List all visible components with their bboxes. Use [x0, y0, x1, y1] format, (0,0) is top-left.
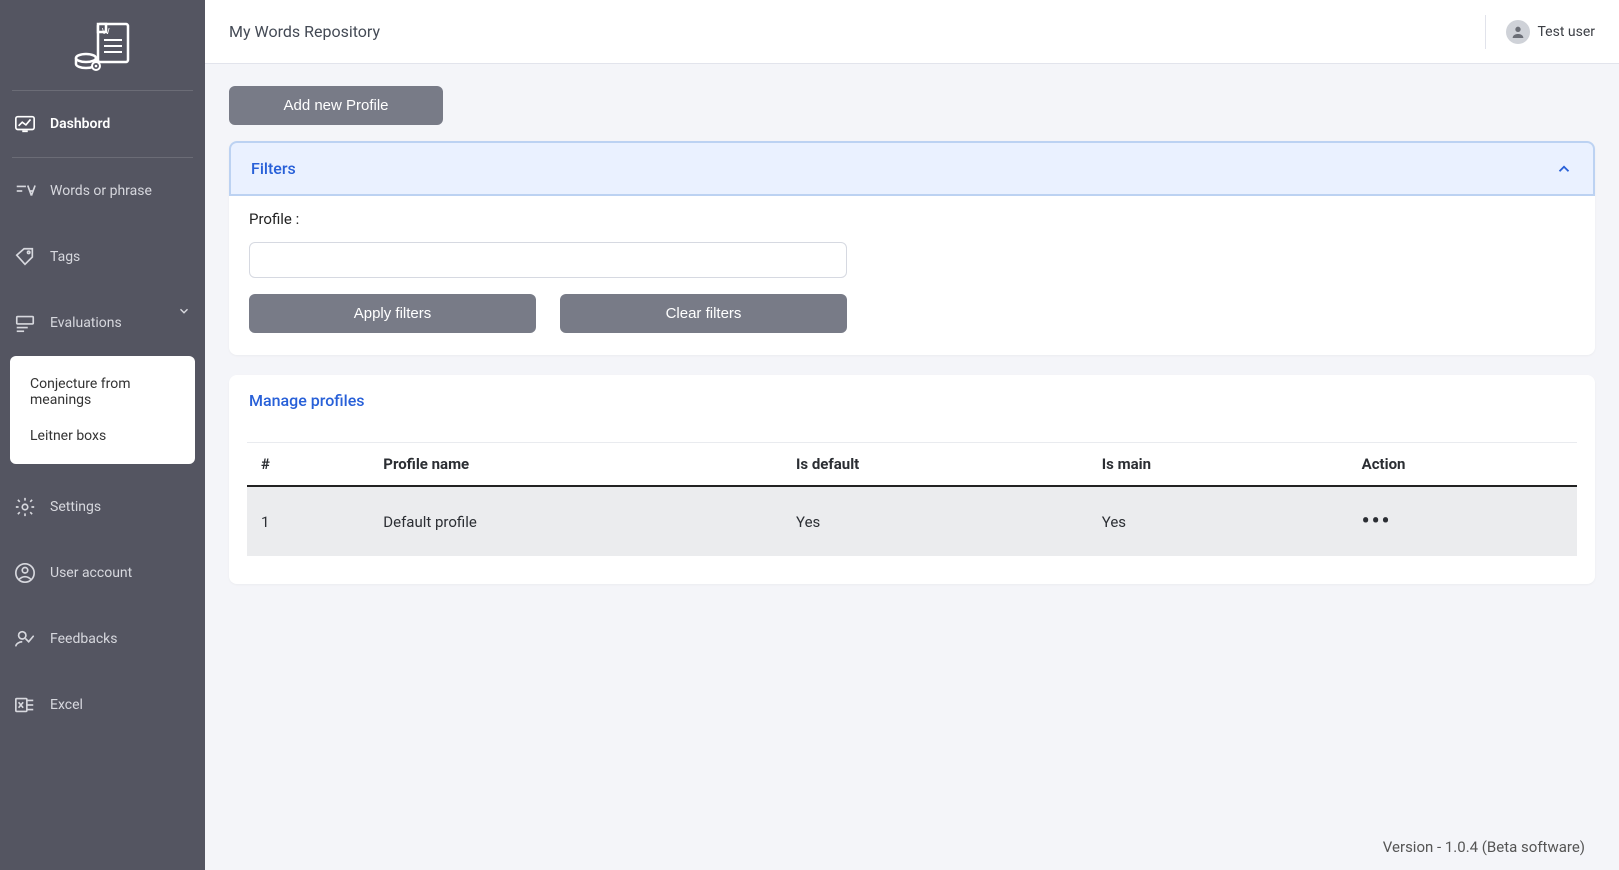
- text-icon: [14, 180, 36, 202]
- content: Add new Profile Filters Profile : Apply …: [205, 64, 1619, 870]
- table-row: 1 Default profile Yes Yes •••: [247, 486, 1577, 556]
- sidebar-item-evaluations[interactable]: Evaluations: [0, 290, 205, 356]
- sidebar-item-excel[interactable]: Excel: [0, 672, 205, 738]
- chevron-down-icon: [177, 304, 191, 318]
- cell-num: 1: [247, 486, 369, 556]
- col-isdefault: Is default: [782, 443, 1088, 487]
- sidebar-item-dashboard[interactable]: Dashbord: [0, 91, 205, 157]
- chevron-up-icon: [1555, 160, 1573, 178]
- cell-name: Default profile: [369, 486, 782, 556]
- col-name: Profile name: [369, 443, 782, 487]
- submenu-item-leitner[interactable]: Leitner boxs: [10, 418, 195, 454]
- col-ismain: Is main: [1088, 443, 1348, 487]
- sidebar-item-tags[interactable]: Tags: [0, 224, 205, 290]
- profiles-table: # Profile name Is default Is main Action…: [247, 442, 1577, 556]
- col-action: Action: [1348, 443, 1577, 487]
- submenu-item-conjecture[interactable]: Conjecture from meanings: [10, 366, 195, 418]
- cell-ismain: Yes: [1088, 486, 1348, 556]
- profile-input[interactable]: [249, 242, 847, 278]
- user-menu[interactable]: Test user: [1506, 20, 1596, 44]
- evaluations-submenu: Conjecture from meanings Leitner boxs: [10, 356, 195, 464]
- main-area: My Words Repository Test user Add new Pr…: [205, 0, 1619, 870]
- sidebar-item-words[interactable]: Words or phrase: [0, 158, 205, 224]
- apply-filters-button[interactable]: Apply filters: [249, 294, 536, 333]
- app-logo: W: [0, 0, 205, 90]
- profile-label: Profile :: [249, 210, 1575, 228]
- sidebar-item-label: Evaluations: [50, 315, 122, 331]
- gear-icon: [14, 496, 36, 518]
- tag-icon: [14, 246, 36, 268]
- manage-title: Manage profiles: [229, 375, 1595, 418]
- clear-filters-button[interactable]: Clear filters: [560, 294, 847, 333]
- sidebar-item-label: Feedbacks: [50, 631, 117, 647]
- cell-isdefault: Yes: [782, 486, 1088, 556]
- avatar: [1506, 20, 1530, 44]
- sidebar-item-label: Tags: [50, 249, 80, 265]
- sidebar-item-label: Dashbord: [50, 116, 110, 132]
- user-circle-icon: [14, 562, 36, 584]
- sidebar-item-label: User account: [50, 565, 132, 581]
- col-num: #: [247, 443, 369, 487]
- exam-icon: [14, 312, 36, 334]
- topbar: My Words Repository Test user: [205, 0, 1619, 64]
- sidebar-item-label: Settings: [50, 499, 101, 515]
- chart-line-icon: [14, 113, 36, 135]
- sidebar-item-label: Excel: [50, 697, 83, 713]
- feedback-icon: [14, 628, 36, 650]
- sidebar-item-settings[interactable]: Settings: [0, 474, 205, 540]
- excel-icon: [14, 694, 36, 716]
- sidebar-item-label: Words or phrase: [50, 183, 152, 199]
- filters-header[interactable]: Filters: [229, 141, 1595, 196]
- add-profile-button[interactable]: Add new Profile: [229, 86, 443, 125]
- submenu-item-label: Leitner boxs: [30, 428, 106, 444]
- svg-text:W: W: [102, 27, 110, 36]
- sidebar-item-feedback[interactable]: Feedbacks: [0, 606, 205, 672]
- filters-card: Filters Profile : Apply filters Clear fi…: [229, 141, 1595, 355]
- submenu-item-label: Conjecture from meanings: [30, 376, 130, 408]
- cell-action: •••: [1348, 486, 1577, 556]
- version-footer: Version - 1.0.4 (Beta software): [1383, 838, 1585, 856]
- filters-title: Filters: [251, 159, 296, 178]
- sidebar: W Dashbord Words o: [0, 0, 205, 870]
- filters-body: Profile : Apply filters Clear filters: [229, 196, 1595, 355]
- manage-profiles-card: Manage profiles # Profile name Is defaul…: [229, 375, 1595, 584]
- page-title: My Words Repository: [229, 22, 380, 41]
- user-name: Test user: [1538, 24, 1596, 40]
- sidebar-item-user[interactable]: User account: [0, 540, 205, 606]
- row-actions-button[interactable]: •••: [1362, 509, 1392, 534]
